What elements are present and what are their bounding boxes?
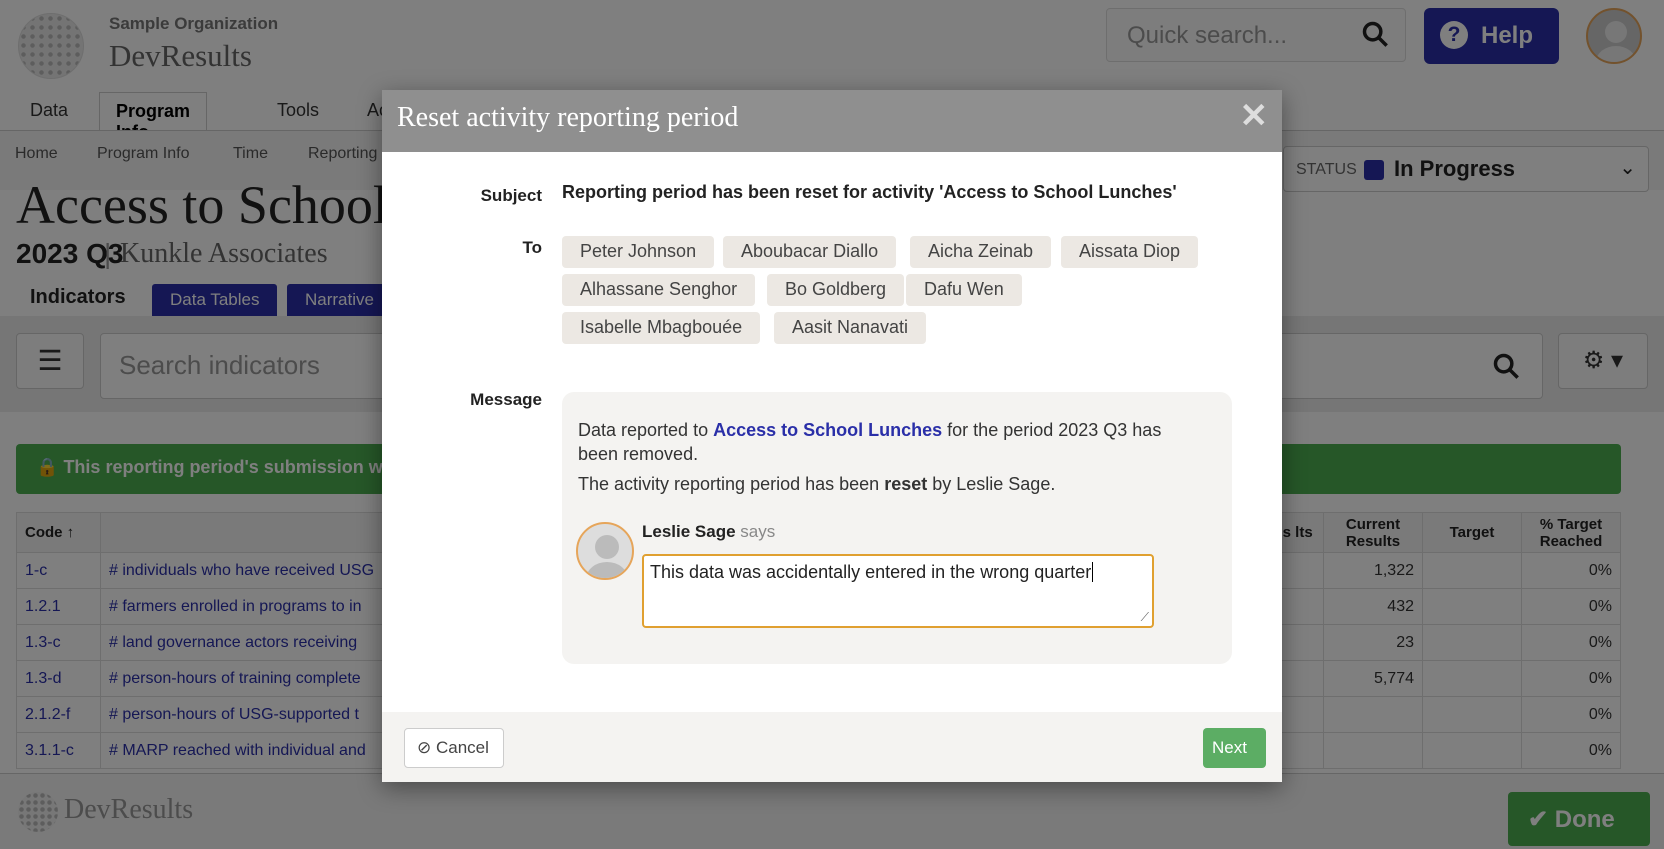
- modal-footer: ⊘ Cancel Next: [382, 712, 1282, 782]
- message-line-1: Data reported to Access to School Lunche…: [578, 420, 1162, 464]
- commenter-avatar: [576, 522, 634, 580]
- activity-link[interactable]: Access to School Lunches: [713, 420, 942, 440]
- comment-textarea[interactable]: This data was accidentally entered in th…: [642, 554, 1154, 628]
- recipient-chip[interactable]: Aissata Diop: [1061, 236, 1199, 268]
- cancel-icon: ⊘: [417, 738, 432, 757]
- recipient-chip[interactable]: Aasit Nanavati: [774, 312, 927, 344]
- recipient-chip[interactable]: Isabelle Mbagbouée: [562, 312, 761, 344]
- recipient-chip[interactable]: Alhassane Senghor: [562, 274, 756, 306]
- modal-header: Reset activity reporting period ✕: [382, 90, 1282, 152]
- recipient-chip[interactable]: Aicha Zeinab: [910, 236, 1052, 268]
- close-icon[interactable]: ✕: [1240, 96, 1269, 136]
- reset-period-modal: Reset activity reporting period ✕ Subjec…: [382, 90, 1282, 782]
- subject-value: Reporting period has been reset for acti…: [562, 182, 1177, 202]
- recipient-chip[interactable]: Aboubacar Diallo: [723, 236, 897, 268]
- next-button[interactable]: Next: [1203, 728, 1266, 768]
- to-label: To: [522, 238, 542, 257]
- recipient-chip[interactable]: Dafu Wen: [906, 274, 1022, 306]
- cancel-button[interactable]: ⊘ Cancel: [404, 728, 504, 768]
- commenter-name: Leslie Sage says: [642, 522, 776, 541]
- resize-handle-icon[interactable]: ⟋: [1141, 610, 1149, 625]
- modal-title: Reset activity reporting period: [397, 102, 739, 133]
- subject-label: Subject: [480, 186, 542, 205]
- recipient-chip[interactable]: Bo Goldberg: [767, 274, 905, 306]
- message-line-2: The activity reporting period has been r…: [578, 474, 1056, 494]
- message-label: Message: [470, 390, 542, 409]
- message-box: Data reported to Access to School Lunche…: [562, 392, 1232, 664]
- recipient-chip[interactable]: Peter Johnson: [562, 236, 715, 268]
